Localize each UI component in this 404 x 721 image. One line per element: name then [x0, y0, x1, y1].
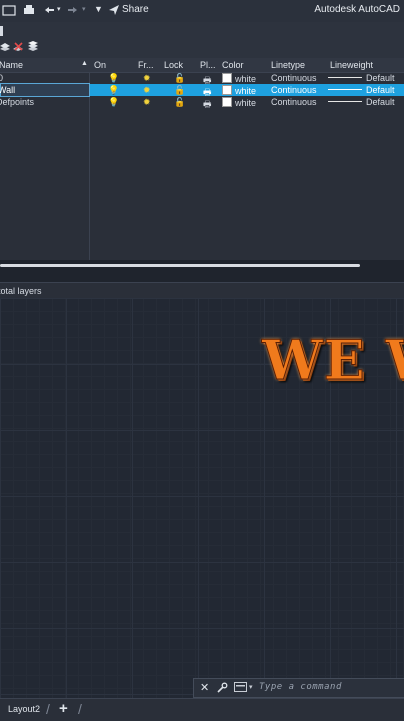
close-icon[interactable]: ✕: [200, 681, 209, 694]
lineweight-sample: [328, 101, 362, 102]
layer-name[interactable]: Wall: [0, 85, 15, 95]
drawing-canvas[interactable]: WE W: [0, 298, 404, 698]
column-header-freeze[interactable]: Fr...: [138, 60, 154, 70]
print-icon[interactable]: [22, 3, 36, 17]
layer-linetype[interactable]: Continuous: [271, 97, 317, 107]
lightbulb-on-icon[interactable]: 💡: [108, 85, 119, 96]
column-header-lineweight[interactable]: Lineweight: [330, 60, 373, 70]
layer-color[interactable]: white: [222, 85, 256, 96]
color-swatch: [222, 85, 232, 95]
sort-arrow-icon[interactable]: ▲: [81, 60, 88, 67]
column-header-lock[interactable]: Lock: [164, 60, 183, 70]
undo-dropdown-icon[interactable]: ▾: [57, 5, 61, 13]
layout-tab-bar: Layout2 / + /: [0, 698, 404, 721]
lightbulb-on-icon[interactable]: 💡: [108, 73, 119, 84]
column-header-plot[interactable]: Pl...: [200, 60, 216, 70]
sun-thaw-icon[interactable]: ✹: [143, 85, 151, 96]
color-swatch: [222, 73, 232, 83]
horizontal-scrollbar[interactable]: [0, 264, 360, 267]
customize-wrench-icon[interactable]: [216, 682, 228, 694]
tab-layout2[interactable]: Layout2: [8, 704, 40, 714]
layer-lineweight[interactable]: Default: [328, 73, 395, 83]
layer-states-icon[interactable]: [0, 41, 10, 51]
open-folder-icon[interactable]: [2, 3, 16, 17]
layer-status-strip: total layers: [0, 282, 404, 299]
add-layout-button[interactable]: +: [59, 700, 68, 717]
layer-row-wall[interactable]: Wall 💡 ✹ 🔓 🖶 white Continuous Default: [0, 83, 404, 97]
command-dropdown-icon[interactable]: ▾: [249, 683, 253, 691]
lightbulb-on-icon[interactable]: 💡: [108, 97, 119, 108]
unlock-icon[interactable]: 🔓: [174, 73, 185, 84]
command-input[interactable]: Type a command: [259, 682, 342, 692]
share-icon[interactable]: [108, 4, 120, 16]
column-header-linetype[interactable]: Linetype: [271, 60, 305, 70]
unlock-icon[interactable]: 🔓: [174, 85, 185, 96]
column-header-color[interactable]: Color: [222, 60, 244, 70]
share-label[interactable]: Share: [122, 4, 149, 15]
set-current-layer-icon[interactable]: [28, 41, 39, 52]
layer-name[interactable]: 0: [0, 73, 3, 83]
tab-separator: /: [78, 701, 82, 717]
layer-name[interactable]: Defpoints: [0, 97, 34, 107]
layer-lineweight[interactable]: Default: [328, 85, 395, 95]
total-layers-label: total layers: [0, 286, 42, 296]
redo-dropdown-icon[interactable]: ▾: [82, 5, 86, 13]
drawing-headline-text: WE W: [261, 328, 404, 393]
app-title: Autodesk AutoCAD: [314, 4, 400, 15]
title-bar: ▾ ▾ ▼ Share Autodesk AutoCAD: [0, 0, 404, 23]
customize-toolbar-icon[interactable]: ▼: [94, 4, 103, 14]
layer-linetype[interactable]: Continuous: [271, 85, 317, 95]
layer-color[interactable]: white: [222, 73, 256, 84]
delete-layer-icon[interactable]: [13, 41, 24, 52]
column-header-on[interactable]: On: [94, 60, 106, 70]
layer-toolbar: [0, 22, 404, 58]
plot-printer-icon[interactable]: 🖶: [203, 97, 212, 113]
layer-color[interactable]: white: [222, 97, 256, 108]
sun-thaw-icon[interactable]: ✹: [143, 73, 151, 84]
command-line[interactable]: ✕ ▾ Type a command: [193, 678, 404, 698]
redo-icon[interactable]: [66, 3, 80, 17]
undo-icon[interactable]: [42, 3, 56, 17]
command-history-icon[interactable]: [234, 682, 248, 693]
sun-thaw-icon[interactable]: ✹: [143, 97, 151, 108]
layer-table-header: Name ▲ On Fr... Lock Pl... Color Linetyp…: [0, 58, 404, 73]
tab-separator: /: [46, 701, 50, 717]
layer-linetype[interactable]: Continuous: [271, 73, 317, 83]
lineweight-sample: [328, 89, 362, 90]
layer-table: Name ▲ On Fr... Lock Pl... Color Linetyp…: [0, 58, 404, 260]
unlock-icon[interactable]: 🔓: [174, 97, 185, 108]
new-layer-icon[interactable]: [0, 26, 4, 36]
column-header-name[interactable]: Name: [0, 60, 23, 70]
layer-lineweight[interactable]: Default: [328, 97, 395, 107]
layer-row-defpoints[interactable]: Defpoints 💡 ✹ 🔓 🖶 white Continuous Defau…: [0, 96, 404, 109]
lineweight-sample: [328, 77, 362, 78]
color-swatch: [222, 97, 232, 107]
